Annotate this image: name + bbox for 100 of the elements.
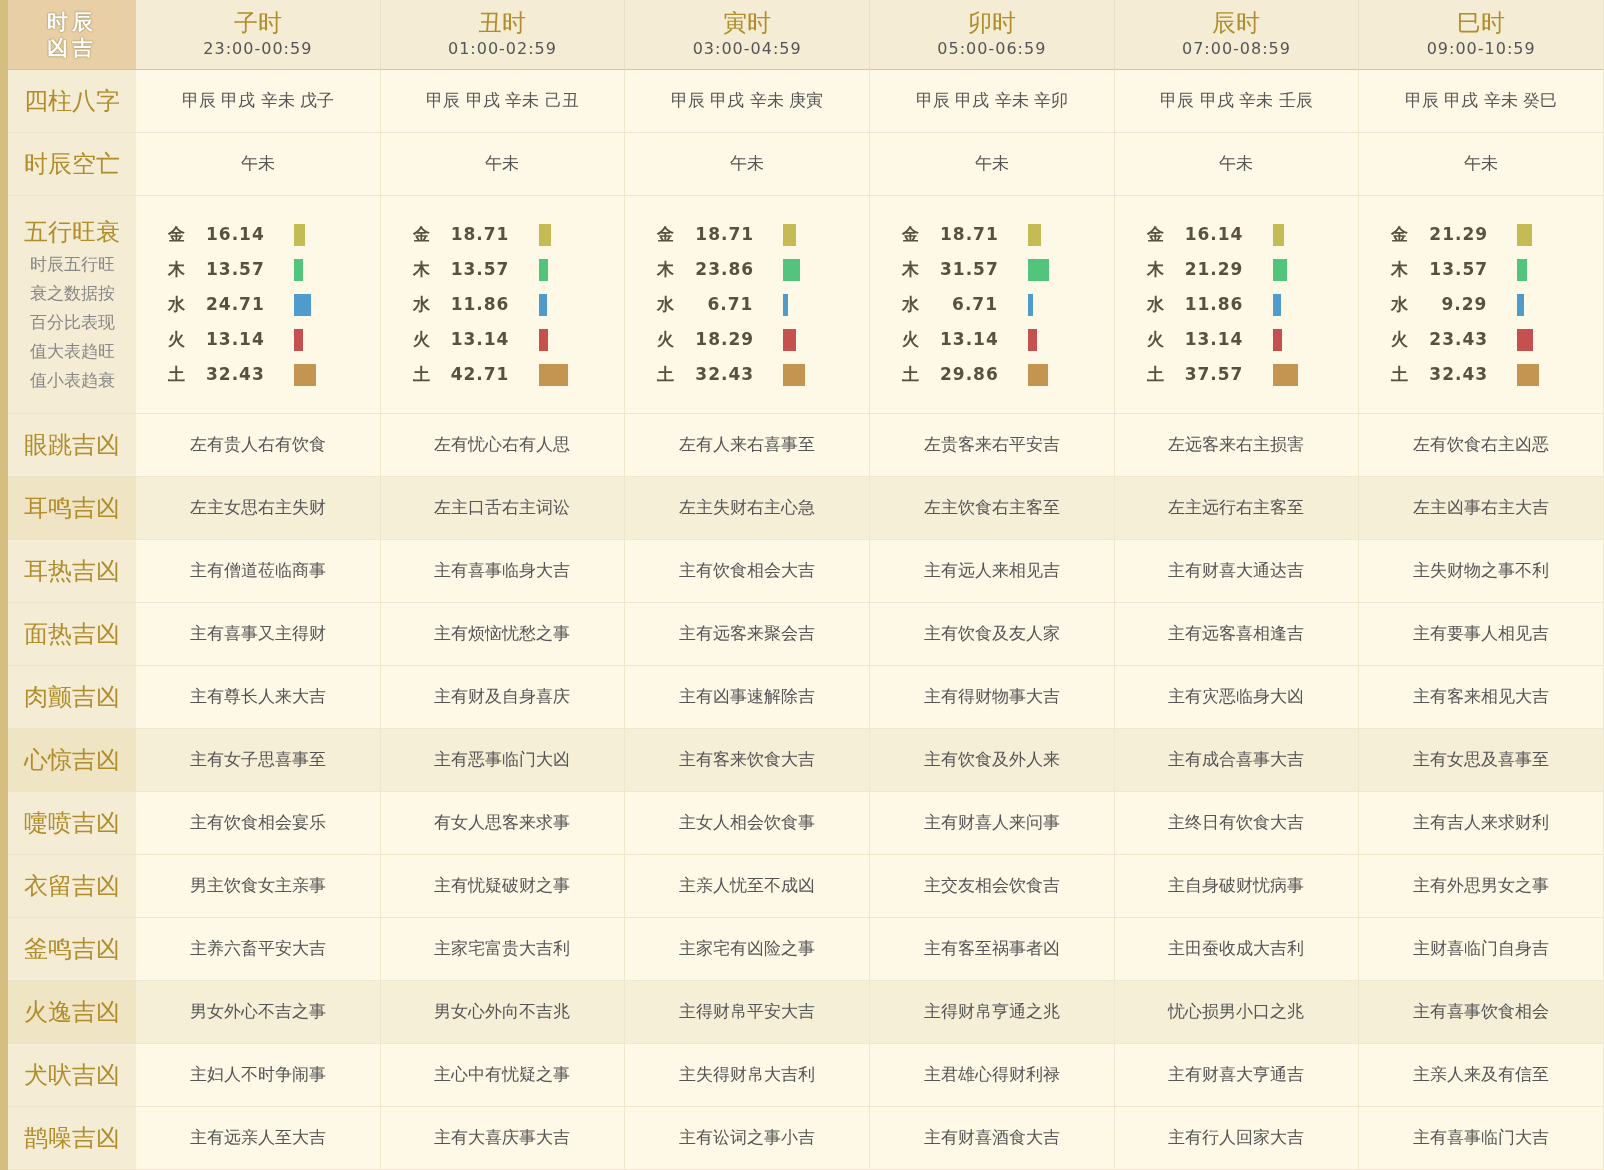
table-cell-text: 主田蚕收成大吉利 <box>1168 937 1305 961</box>
table-cell-text: 左有人来右喜事至 <box>679 433 816 457</box>
column-title: 巳时 <box>1457 8 1506 37</box>
table-cell-text: 午未 <box>240 152 275 176</box>
table-cell-text: 主有财喜人来问事 <box>923 811 1060 835</box>
element-name: 木 <box>1146 257 1165 281</box>
row-label: 鹊噪吉凶 <box>24 1123 120 1154</box>
time-range: 23:00-00:59 <box>203 37 313 60</box>
table-cell-text: 主有灾恶临身大凶 <box>1168 685 1305 709</box>
table-cell-text: 主有远客喜相逢吉 <box>1168 622 1305 646</box>
element-value: 13.57 <box>1429 257 1488 281</box>
element-value: 23.86 <box>695 257 754 281</box>
element-name: 水 <box>412 292 431 316</box>
table-cell-text: 主有远客来聚会吉 <box>679 622 816 646</box>
row-label: 心惊吉凶 <box>24 745 120 776</box>
table-cell-text: 主有烦恼忧愁之事 <box>434 622 571 646</box>
element-value: 11.86 <box>1184 292 1243 316</box>
row-label: 眼跳吉凶 <box>24 430 120 461</box>
table-cell-text: 主有客至祸事者凶 <box>923 937 1060 961</box>
table-cell-text: 主有远人来相见吉 <box>923 559 1060 583</box>
element-value: 18.71 <box>940 222 998 246</box>
table-cell-text: 主养六畜平安大吉 <box>189 937 326 961</box>
table-cell-text: 主有客来相见大吉 <box>1413 685 1550 709</box>
element-name: 火 <box>902 327 920 351</box>
row-label: 火逸吉凶 <box>24 997 120 1028</box>
label-note: 值大表趋旺 <box>29 340 115 363</box>
table-cell-text: 主有饮食相会大吉 <box>679 559 816 583</box>
label-note: 衰之数据按 <box>29 282 115 305</box>
element-name: 木 <box>168 257 186 281</box>
element-name: 金 <box>168 222 186 246</box>
table-cell-text: 主有吉人来求财利 <box>1413 811 1550 835</box>
element-name: 木 <box>657 257 676 281</box>
element-value: 21.29 <box>1429 222 1488 246</box>
element-name: 火 <box>1146 327 1165 351</box>
table-cell-text: 主有得财物事大吉 <box>923 685 1060 709</box>
row-label: 肉颤吉凶 <box>24 682 120 713</box>
element-value: 24.71 <box>206 292 264 316</box>
element-name: 土 <box>902 362 920 386</box>
element-value: 21.29 <box>1184 257 1243 281</box>
element-value: 32.43 <box>206 362 264 386</box>
element-name: 水 <box>168 292 186 316</box>
time-range: 09:00-10:59 <box>1426 37 1536 60</box>
table-cell-text: 主有女子思喜事至 <box>189 748 326 772</box>
table-cell-text: 主有行人回家大吉 <box>1168 1126 1305 1150</box>
element-value: 6.71 <box>951 292 998 316</box>
element-name: 土 <box>168 362 186 386</box>
table-cell-text: 主有大喜庆事大吉 <box>434 1126 571 1150</box>
element-value: 13.14 <box>206 327 264 351</box>
element-name: 火 <box>1391 327 1410 351</box>
table-cell-text: 主有饮食相会宴乐 <box>189 811 326 835</box>
element-value: 9.29 <box>1440 292 1488 316</box>
table-cell-text: 左主口舌右主词讼 <box>434 496 571 520</box>
column-title: 子时 <box>233 8 282 37</box>
table-cell-text: 左有贵人右有饮食 <box>189 433 326 457</box>
table-cell-text: 主交友相会饮食吉 <box>923 874 1060 898</box>
table-cell-text: 左有饮食右主凶恶 <box>1413 433 1550 457</box>
table-cell-text: 主有要事人相见吉 <box>1413 622 1550 646</box>
table-cell-text: 主有成合喜事大吉 <box>1168 748 1305 772</box>
table-cell-text: 主失得财帛大吉利 <box>679 1063 816 1087</box>
column-title: 丑时 <box>478 8 527 37</box>
row-label: 四柱八字 <box>24 86 120 117</box>
label-note: 值小表趋衰 <box>29 369 115 392</box>
table-cell-text: 主有讼词之事小吉 <box>679 1126 816 1150</box>
table-cell-text: 午未 <box>1219 152 1254 176</box>
table-cell-text: 午未 <box>730 152 765 176</box>
table-cell-text: 男女外心不吉之事 <box>189 1000 326 1024</box>
table-cell-text: 主家宅有凶险之事 <box>679 937 816 961</box>
table-cell-text: 左贵客来右平安吉 <box>923 433 1060 457</box>
table-cell-text: 甲辰 甲戌 辛未 戊子 <box>181 89 334 113</box>
element-value: 16.14 <box>206 222 264 246</box>
table-cell-text: 主君雄心得财利禄 <box>923 1063 1060 1087</box>
element-name: 火 <box>657 327 676 351</box>
table-cell-text: 左主远行右主客至 <box>1168 496 1305 520</box>
row-label: 面热吉凶 <box>24 619 120 650</box>
element-value: 13.14 <box>450 327 509 351</box>
element-name: 木 <box>1391 257 1410 281</box>
row-label: 时辰空亡 <box>24 149 120 180</box>
table-cell-text: 主有外思男女之事 <box>1413 874 1550 898</box>
table-cell-text: 主失财物之事不利 <box>1413 559 1550 583</box>
time-range: 03:00-04:59 <box>692 37 802 60</box>
label-note: 百分比表现 <box>29 311 115 334</box>
element-value: 18.71 <box>450 222 509 246</box>
table-cell-text: 午未 <box>1464 152 1499 176</box>
table-cell-text: 甲辰 甲戌 辛未 癸巳 <box>1405 89 1558 113</box>
element-value: 16.14 <box>1184 222 1243 246</box>
table-cell-text: 主有忧疑破财之事 <box>434 874 571 898</box>
table-cell-text: 主有财及自身喜庆 <box>434 685 571 709</box>
element-value: 37.57 <box>1184 362 1243 386</box>
corner-title: 时辰 <box>47 8 97 35</box>
table-cell-text: 主有饮食及外人来 <box>923 748 1060 772</box>
table-cell-text: 左主失财右主心急 <box>679 496 816 520</box>
table-cell-text: 主有饮食及友人家 <box>923 622 1060 646</box>
table-cell-text: 甲辰 甲戌 辛未 己丑 <box>426 89 579 113</box>
table-cell-text: 主有恶事临门大凶 <box>434 748 571 772</box>
table-cell-text: 主得财帛亨通之兆 <box>923 1000 1060 1024</box>
table-cell-text: 左远客来右主损害 <box>1168 433 1305 457</box>
element-value: 11.86 <box>450 292 509 316</box>
element-name: 水 <box>902 292 920 316</box>
row-label: 耳热吉凶 <box>24 556 120 587</box>
corner-title: 凶吉 <box>47 34 97 61</box>
